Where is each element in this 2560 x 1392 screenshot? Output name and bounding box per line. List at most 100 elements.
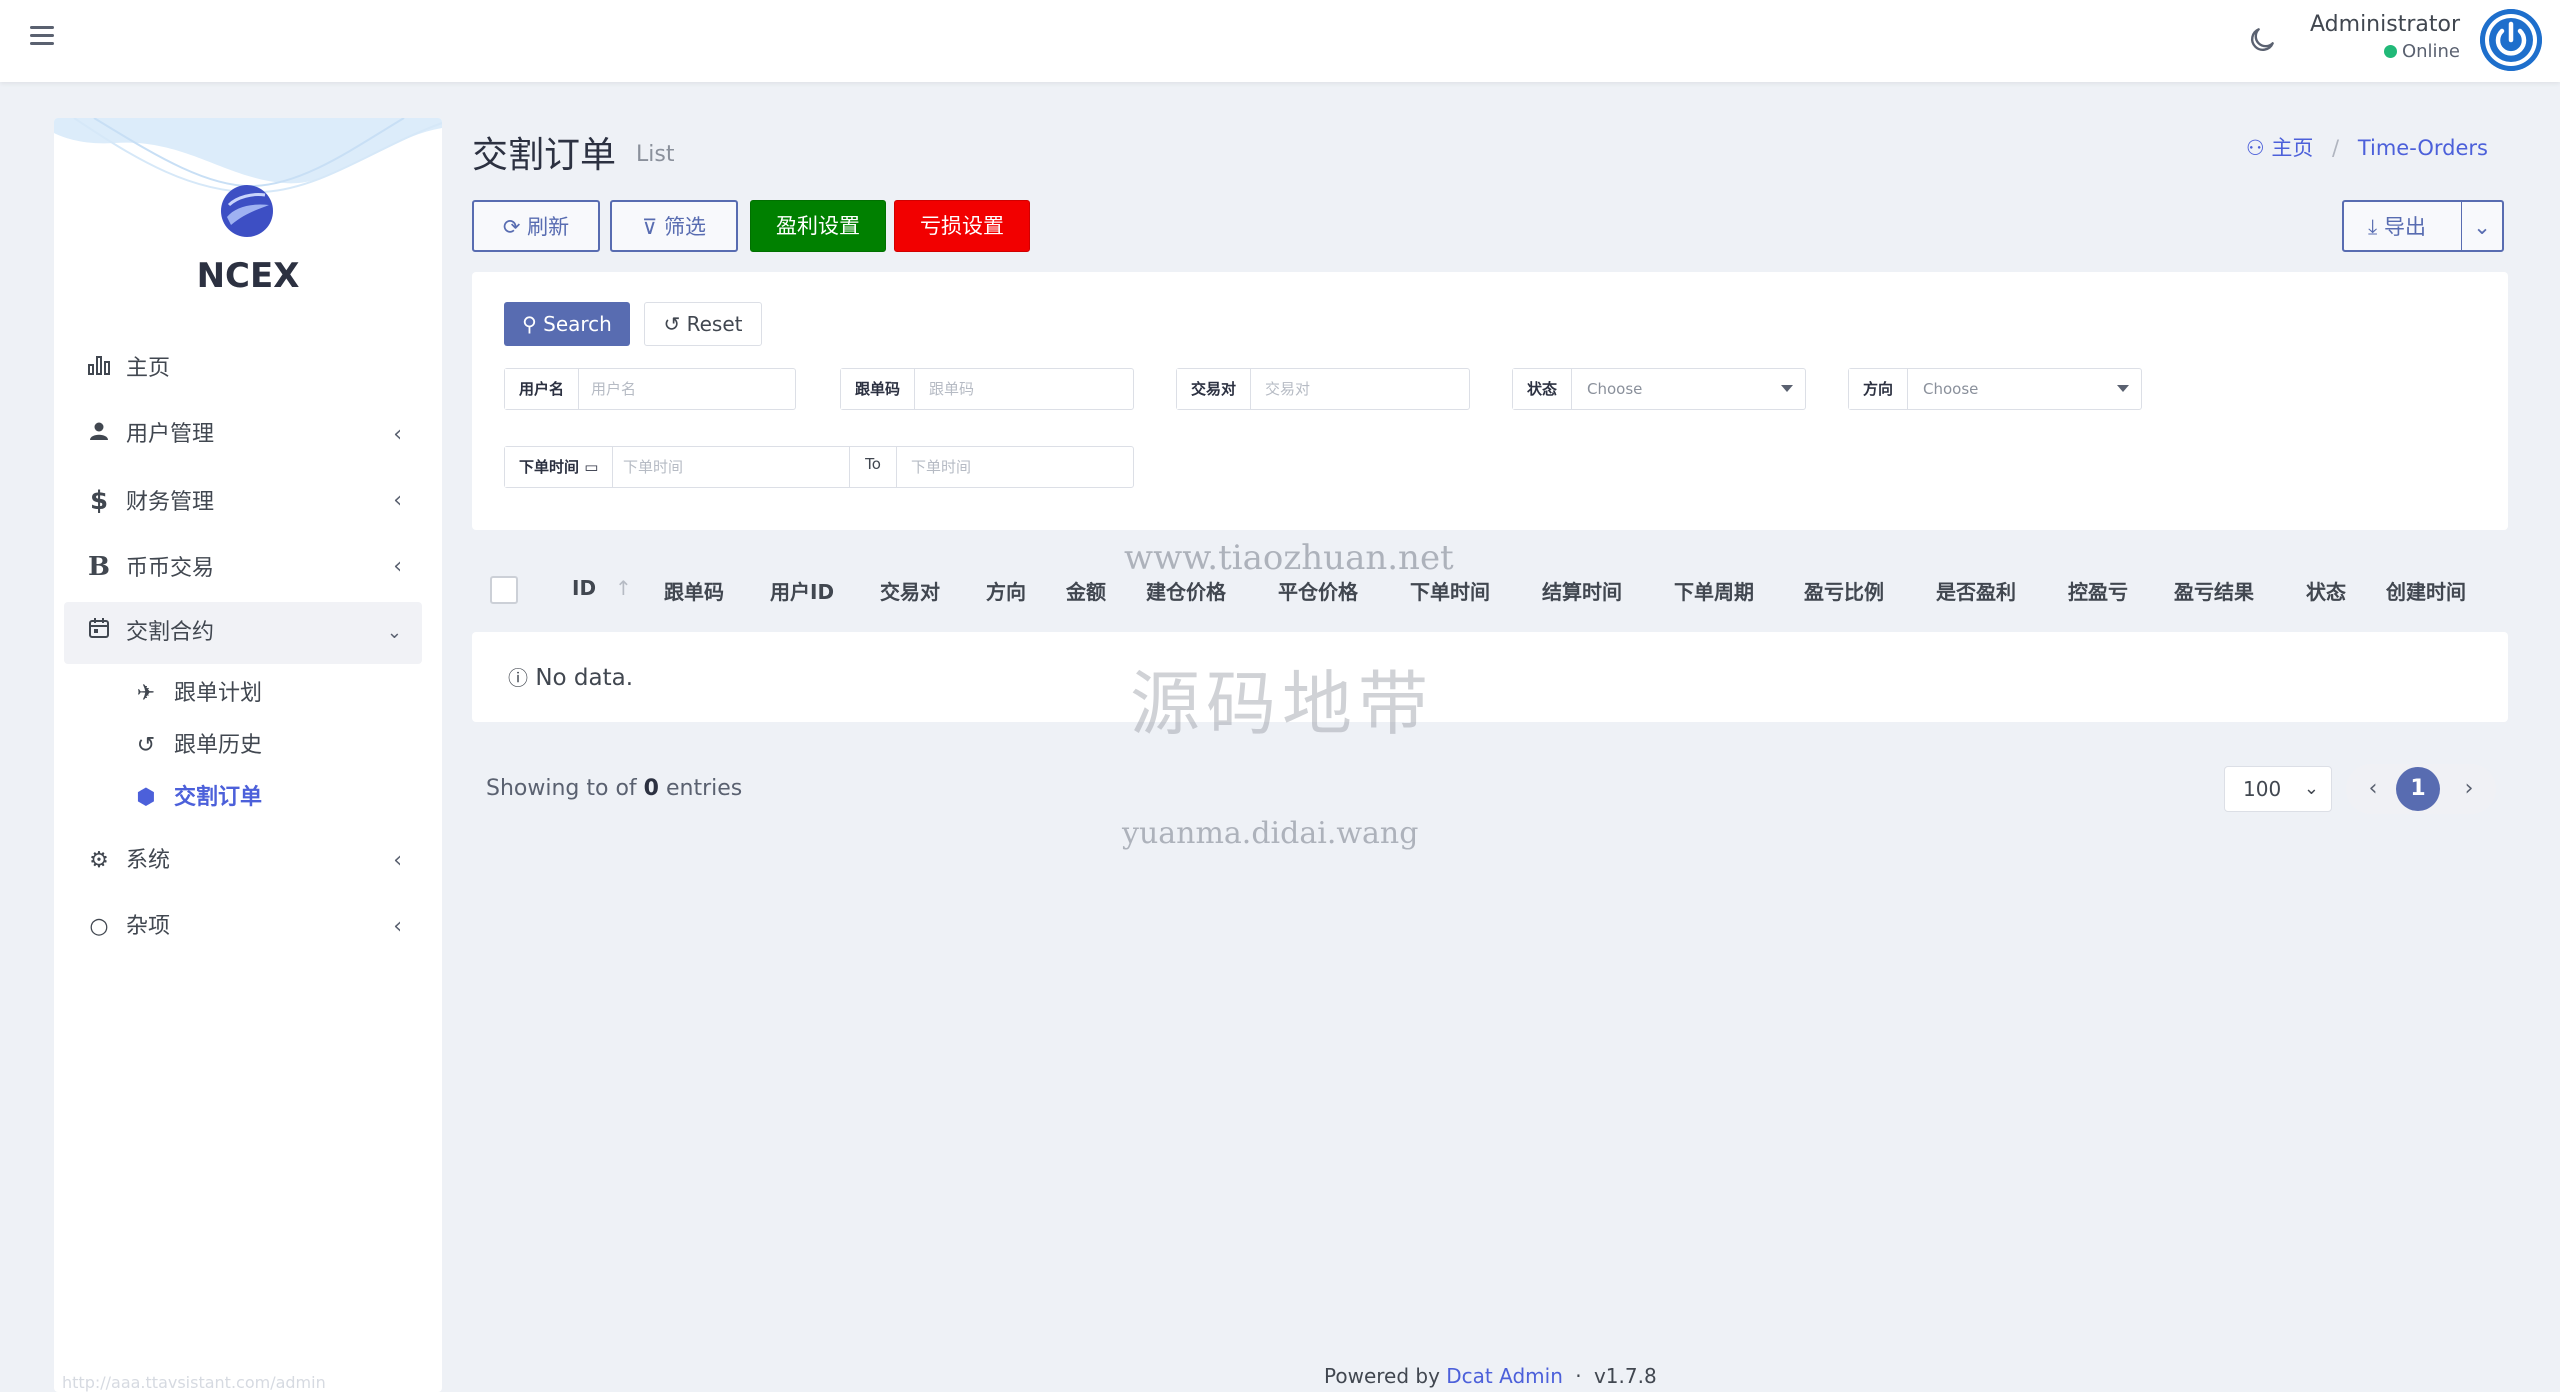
breadcrumb-separator: / [2332, 136, 2340, 160]
calendar-icon [86, 602, 112, 664]
direction-select[interactable]: Choose [1923, 369, 1978, 409]
chevron-left-icon: ‹ [393, 554, 402, 579]
column-header: 盈亏结果 [2174, 580, 2254, 604]
table-header: ID ↑ 跟单码 用户ID 交易对 方向 金额 建仓价格 平仓价格 下单时间 结… [472, 558, 2508, 618]
watermark-domain: yuanma.didai.wang [1122, 816, 1419, 851]
column-header: 跟单码 [664, 580, 724, 604]
page-title: 交割订单 [472, 135, 617, 176]
chevron-left-icon: ‹ [393, 488, 402, 513]
sidebar-item-label: 交割合约 [126, 620, 215, 645]
status-filter[interactable]: 状态 Choose [1512, 368, 1806, 410]
filter-panel: ⚲ Search ↺ Reset 用户名 用户名 跟单码 跟单码 交易对 交易对… [472, 272, 2508, 530]
column-header: 平仓价格 [1278, 580, 1358, 604]
column-header: 盈亏比例 [1804, 580, 1884, 604]
watermark-text: 源码地带 [1130, 663, 1434, 745]
order-time-filter-label: 下单时间 ▭ [505, 447, 614, 487]
sidebar-item-finance[interactable]: $ 财务管理 ‹ [64, 470, 422, 532]
sidebar-item-label: 财务管理 [126, 490, 215, 515]
column-header: 建仓价格 [1146, 580, 1226, 604]
dark-mode-moon-icon[interactable] [2246, 24, 2278, 56]
select-all-checkbox[interactable] [490, 576, 518, 604]
caret-down-icon [2117, 385, 2129, 392]
pagination: ‹ 1 › [2346, 764, 2496, 814]
username-filter-label: 用户名 [505, 369, 580, 409]
follow-code-filter[interactable]: 跟单码 跟单码 [840, 368, 1134, 410]
sidebar-item-home[interactable]: 主页 [64, 338, 422, 400]
sidebar-item-misc[interactable]: ○ 杂项 ‹ [64, 896, 422, 958]
sidebar-item-system[interactable]: ⚙ 系统 ‹ [64, 830, 422, 892]
user-panel[interactable]: Administrator Online [2310, 10, 2460, 64]
status-filter-label: 状态 [1513, 369, 1573, 409]
prev-page-button[interactable]: ‹ [2350, 764, 2396, 814]
filter-button[interactable]: ⊽ 筛选 [610, 200, 738, 252]
order-time-filter[interactable]: 下单时间 ▭ 下单时间 To 下单时间 [504, 446, 1134, 488]
caret-down-icon [1781, 385, 1793, 392]
pair-input[interactable]: 交易对 [1265, 369, 1310, 409]
table-body: ⓘ No data. [472, 632, 2508, 722]
bitcoin-icon: B [88, 552, 110, 582]
page-subtitle: List [636, 142, 675, 167]
pair-filter[interactable]: 交易对 交易对 [1176, 368, 1470, 410]
top-navbar: Administrator Online [0, 0, 2560, 82]
profit-settings-button[interactable]: 盈利设置 [750, 200, 886, 252]
online-dot-icon [2383, 45, 2397, 58]
dashboard-icon: ⚇ [2245, 136, 2265, 160]
bar-chart-icon [86, 338, 112, 400]
username-filter[interactable]: 用户名 用户名 [504, 368, 796, 410]
sidebar-item-spot-trading[interactable]: B 币币交易 ‹ [64, 536, 422, 598]
loss-settings-button[interactable]: 亏损设置 [894, 200, 1030, 252]
sort-arrow-icon[interactable]: ↑ [615, 576, 632, 600]
column-header: 是否盈利 [1936, 580, 2016, 604]
history-icon: ↺ [136, 733, 156, 758]
sidebar-subitem-delivery-orders[interactable]: ⬢ 交割订单 [64, 772, 422, 824]
sidebar-item-label: 系统 [126, 848, 171, 873]
filter-icon: ⊽ [641, 215, 658, 239]
export-button[interactable]: ⤓ 导出 ⌄ [2342, 200, 2504, 252]
reset-button[interactable]: ↺ Reset [644, 302, 762, 346]
column-header: 下单时间 [1410, 580, 1490, 604]
direction-filter[interactable]: 方向 Choose [1848, 368, 2142, 410]
next-page-button[interactable]: › [2446, 764, 2492, 814]
sidebar-item-label: 杂项 [126, 914, 171, 939]
column-header: 状态 [2306, 580, 2346, 604]
username-input[interactable]: 用户名 [591, 369, 636, 409]
chevron-left-icon: ‹ [393, 848, 402, 873]
column-header: 用户ID [770, 580, 835, 604]
breadcrumb-current: Time-Orders [2357, 136, 2488, 160]
page-button-current[interactable]: 1 [2396, 767, 2440, 811]
export-dropdown-chevron-icon[interactable]: ⌄ [2461, 202, 2502, 252]
order-time-to-input[interactable]: 下单时间 [911, 447, 971, 487]
watermark-url: www.tiaozhuan.net [1124, 538, 1454, 578]
dcat-admin-link[interactable]: Dcat Admin [1446, 1364, 1563, 1388]
search-button[interactable]: ⚲ Search [504, 302, 630, 346]
hexagon-icon: ⬢ [136, 785, 156, 810]
order-time-from-input[interactable]: 下单时间 [623, 447, 683, 487]
undo-icon: ↺ [663, 312, 681, 336]
sidebar-subitem-follow-history[interactable]: ↺ 跟单历史 [64, 720, 422, 772]
column-header-id[interactable]: ID ↑ [572, 576, 632, 600]
user-name: Administrator [2310, 12, 2460, 37]
column-header: 金额 [1066, 580, 1106, 604]
follow-code-input[interactable]: 跟单码 [929, 369, 974, 409]
sidebar: NCEX 主页 用户管理 ‹ $ 财务管理 ‹ B 币币交易 ‹ 交割合约 ⌄ [54, 118, 442, 1392]
column-header: 控盈亏 [2068, 580, 2128, 604]
sidebar-item-delivery-contract[interactable]: 交割合约 ⌄ [64, 602, 422, 664]
order-time-to-label: To [849, 447, 897, 487]
column-header: 交易对 [880, 580, 940, 604]
sidebar-subitem-follow-plan[interactable]: ✈ 跟单计划 [64, 668, 422, 720]
per-page-select[interactable]: 100 ⌄ [2224, 766, 2332, 812]
sidebar-item-label: 主页 [126, 356, 171, 381]
users-icon [86, 404, 112, 466]
empty-state: ⓘ No data. [508, 665, 634, 691]
brand-name: NCEX [196, 256, 300, 296]
sidebar-item-label: 币币交易 [126, 556, 215, 581]
column-header: 方向 [986, 580, 1026, 604]
status-select[interactable]: Choose [1587, 369, 1642, 409]
breadcrumb-home-link[interactable]: 主页 [2271, 136, 2313, 160]
direction-filter-label: 方向 [1849, 369, 1909, 409]
avatar[interactable] [2480, 9, 2542, 71]
refresh-button[interactable]: ⟳ 刷新 [472, 200, 600, 252]
entries-summary: Showing to of 0 entries [486, 776, 743, 801]
sidebar-item-users[interactable]: 用户管理 ‹ [64, 404, 422, 466]
menu-toggle-icon[interactable] [30, 26, 54, 46]
